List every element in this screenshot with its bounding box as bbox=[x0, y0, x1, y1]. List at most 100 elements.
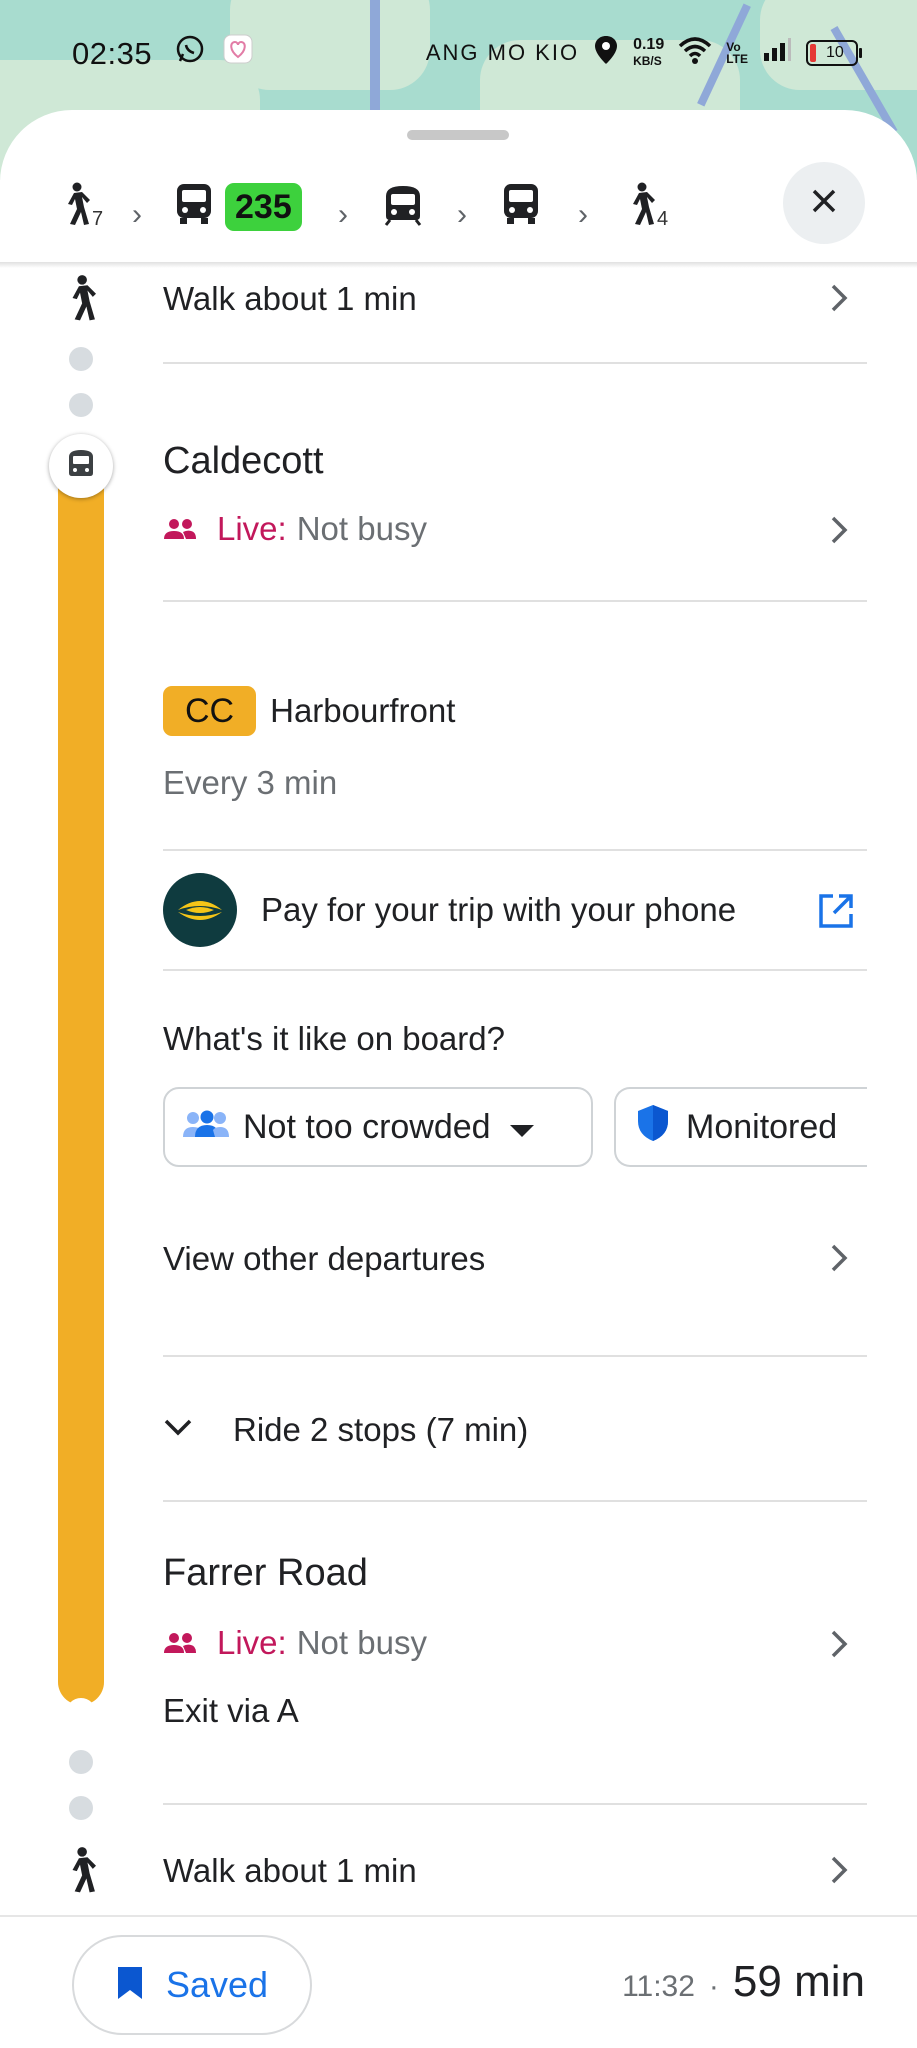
status-right: ANG MO KIO 0.19 KB/S Vo LTE 10 bbox=[426, 34, 862, 72]
route-walk-end: 4 bbox=[625, 182, 668, 231]
chevron-right-icon bbox=[829, 1628, 849, 1665]
divider bbox=[163, 969, 867, 971]
volte-icon: Vo LTE bbox=[726, 40, 748, 66]
line-frequency: Every 3 min bbox=[163, 764, 338, 801]
carrier-label: ANG MO KIO bbox=[425, 40, 580, 65]
walk-icon bbox=[60, 182, 90, 231]
view-other-departures[interactable]: View other departures bbox=[163, 1220, 867, 1300]
live-status: Not busy bbox=[296, 510, 427, 547]
walk-end-minutes: 4 bbox=[657, 208, 669, 230]
route-bus-235: 235 bbox=[175, 182, 302, 231]
divider bbox=[163, 600, 867, 602]
net-speed-value: 0.19 bbox=[633, 36, 665, 53]
people-icon bbox=[163, 1624, 197, 1662]
live-busyness: Live: Not busy bbox=[163, 510, 427, 548]
station-farrer-road[interactable]: Farrer Road Live: Not busy Exit via A bbox=[0, 1542, 917, 1742]
status-time: 02:35 bbox=[72, 36, 153, 71]
location-icon bbox=[593, 34, 619, 72]
chevron-right-icon bbox=[829, 282, 849, 319]
walk-dot bbox=[69, 1750, 93, 1774]
train-icon bbox=[380, 182, 426, 231]
route-summary[interactable]: 7 › 235 › › › 4 bbox=[0, 160, 917, 270]
route-walk-start: 7 bbox=[60, 182, 103, 231]
ride-label: Ride 2 stops (7 min) bbox=[233, 1411, 529, 1448]
divider bbox=[163, 849, 867, 851]
walk-step-top[interactable]: Walk about 1 min bbox=[0, 270, 917, 360]
saved-label: Saved bbox=[165, 1964, 269, 2005]
battery-icon: 10 bbox=[806, 40, 862, 66]
shield-icon bbox=[636, 1103, 670, 1152]
chevron-down-icon bbox=[163, 1418, 193, 1443]
route-train bbox=[380, 182, 426, 231]
station-caldecott[interactable]: Caldecott Live: Not busy bbox=[0, 430, 917, 560]
live-status: Not busy bbox=[296, 1624, 427, 1661]
signal-icon bbox=[762, 37, 792, 69]
chevron-right-icon: › bbox=[132, 198, 142, 231]
bookmark-icon bbox=[116, 1965, 144, 2006]
chevron-right-icon bbox=[829, 1242, 849, 1279]
transit-line-bar bbox=[58, 455, 104, 1705]
bus-icon bbox=[175, 182, 213, 231]
people-icon bbox=[183, 1108, 229, 1147]
bottom-bar: Saved 11:32 · 59 min bbox=[0, 1915, 917, 2048]
divider bbox=[163, 1500, 867, 1502]
wifi-icon bbox=[678, 36, 712, 70]
crowd-level-dropdown[interactable]: Not too crowded bbox=[163, 1087, 593, 1167]
walk-top-label: Walk about 1 min bbox=[163, 280, 417, 317]
people-icon bbox=[163, 510, 197, 548]
station-name: Caldecott bbox=[163, 440, 324, 482]
directions-sheet: 7 › 235 › › › 4 bbox=[0, 110, 917, 2048]
status-bar: 02:35 ANG MO KIO 0.19 KB/S Vo LTE 10 bbox=[0, 0, 917, 105]
trip-eta: 11:32 · 59 min bbox=[622, 1957, 865, 2007]
route-bus bbox=[502, 182, 540, 231]
walk-dot bbox=[69, 1796, 93, 1820]
line-direction: Harbourfront bbox=[270, 692, 456, 729]
arrival-time: 11:32 bbox=[622, 1970, 695, 2003]
line-info: CC Harbourfront Every 3 min bbox=[163, 686, 455, 802]
dropdown-arrow-icon bbox=[509, 1108, 535, 1147]
walk-start-minutes: 7 bbox=[92, 208, 104, 230]
live-label: Live: bbox=[217, 510, 287, 547]
chevron-right-icon bbox=[829, 514, 849, 551]
walk-bottom-label: Walk about 1 min bbox=[163, 1852, 417, 1889]
walk-step-bottom[interactable]: Walk about 1 min bbox=[0, 1842, 917, 1912]
transit-operator-logo bbox=[163, 873, 237, 947]
bus-icon bbox=[502, 182, 540, 231]
pay-with-phone[interactable]: Pay for your trip with your phone bbox=[163, 872, 867, 948]
net-speed-unit: KB/S bbox=[633, 54, 662, 68]
station-name: Farrer Road bbox=[163, 1552, 368, 1594]
chevron-right-icon: › bbox=[338, 198, 348, 231]
whatsapp-icon bbox=[175, 34, 205, 72]
notification-icons bbox=[175, 34, 253, 72]
drag-handle[interactable] bbox=[407, 130, 509, 140]
live-label: Live: bbox=[217, 1624, 287, 1661]
live-busyness: Live: Not busy bbox=[163, 1624, 427, 1662]
bus-number-badge: 235 bbox=[225, 182, 302, 231]
pay-label: Pay for your trip with your phone bbox=[261, 891, 737, 928]
chevron-right-icon: › bbox=[578, 198, 588, 231]
divider bbox=[163, 1355, 867, 1357]
security-monitored-chip[interactable]: Monitored bbox=[614, 1087, 867, 1167]
exit-info: Exit via A bbox=[163, 1692, 299, 1729]
security-option-label: Monitored bbox=[686, 1107, 838, 1146]
divider bbox=[163, 1803, 867, 1805]
chevron-right-icon: › bbox=[457, 198, 467, 231]
departures-label: View other departures bbox=[163, 1240, 486, 1277]
trip-duration: 59 min bbox=[732, 1957, 865, 2006]
net-speed: 0.19 KB/S bbox=[633, 37, 664, 69]
saved-button[interactable]: Saved bbox=[72, 1935, 312, 2035]
header-divider bbox=[0, 262, 917, 268]
close-button[interactable] bbox=[783, 162, 865, 244]
onboard-question: What's it like on board? bbox=[163, 1020, 505, 1057]
walk-icon bbox=[64, 1846, 96, 1899]
walk-icon bbox=[64, 274, 96, 327]
heart-app-icon bbox=[223, 34, 253, 72]
line-code-badge: CC bbox=[163, 686, 257, 736]
crowd-option-label: Not too crowded bbox=[243, 1107, 491, 1146]
close-icon bbox=[810, 187, 838, 220]
open-external-icon[interactable] bbox=[817, 892, 855, 935]
ride-stops-toggle[interactable]: Ride 2 stops (7 min) bbox=[163, 1395, 867, 1465]
divider bbox=[163, 362, 867, 364]
eta-separator: · bbox=[708, 1970, 719, 2003]
walk-dot bbox=[69, 393, 93, 417]
